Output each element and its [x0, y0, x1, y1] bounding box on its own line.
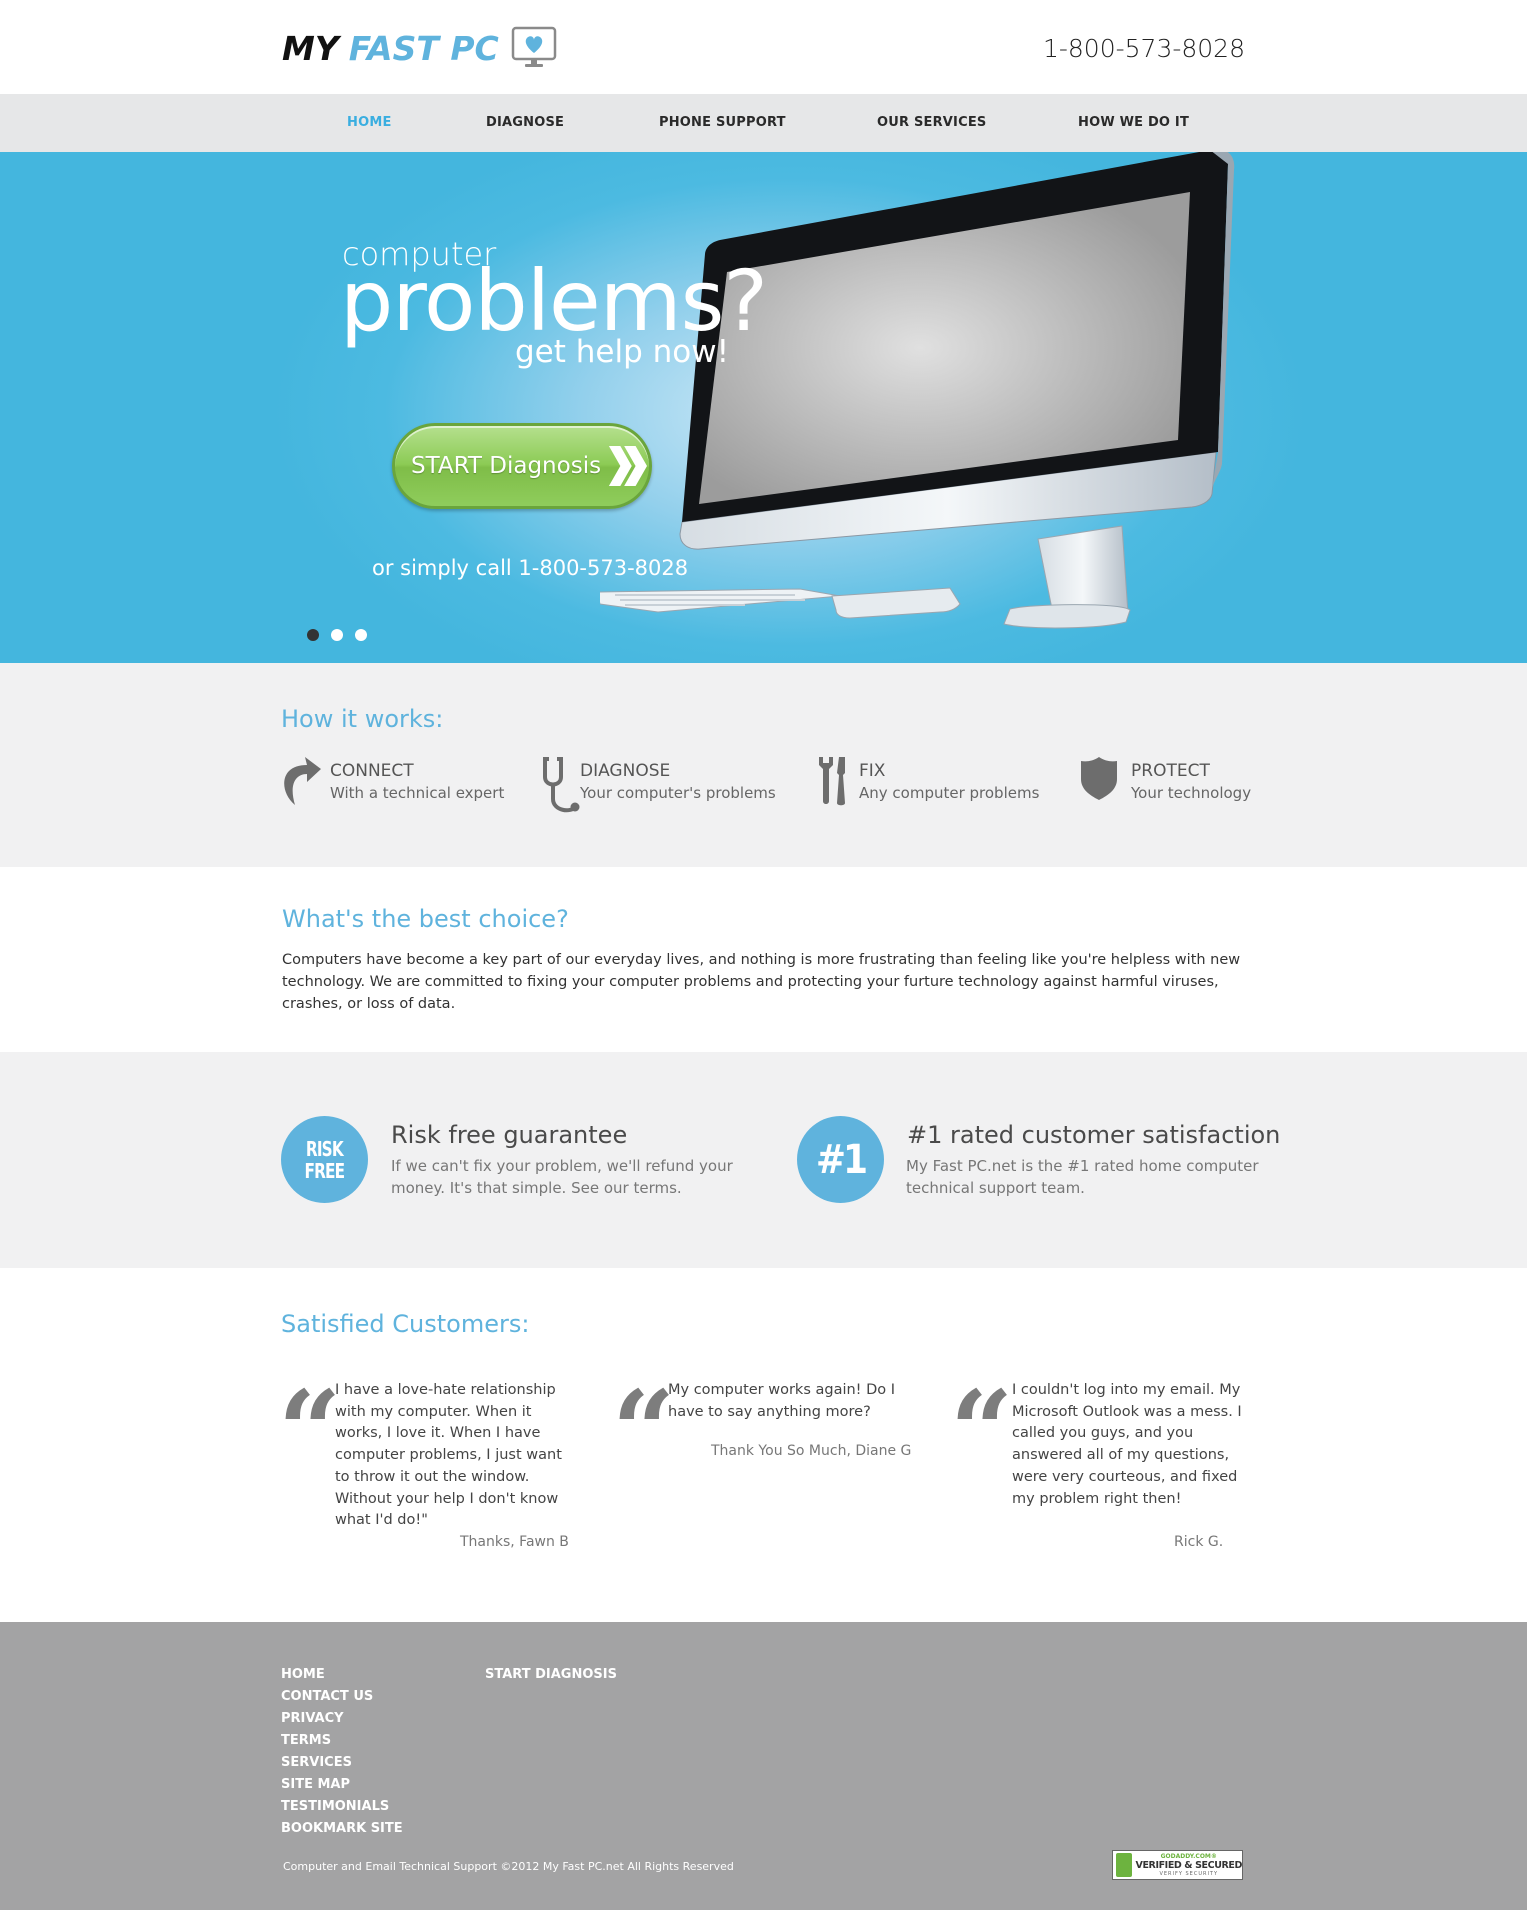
shield-icon — [1081, 757, 1117, 800]
imac-computer-image — [600, 152, 1235, 629]
how-it-works-title: How it works: — [281, 705, 444, 733]
footer-link-services[interactable]: SERVICES — [281, 1752, 403, 1774]
tools-icon — [819, 757, 845, 806]
best-choice-section: What's the best choice? Computers have b… — [0, 867, 1527, 1052]
footer-link-contact-us[interactable]: CONTACT US — [281, 1686, 403, 1708]
double-chevron-right-icon — [608, 445, 648, 487]
step-subtitle: With a technical expert — [330, 784, 505, 802]
header-phone-number[interactable]: 1-800-573-8028 — [1043, 34, 1245, 63]
testimonial-text: My computer works again! Do I have to sa… — [668, 1382, 896, 1420]
site-logo[interactable]: MY FAST PC — [282, 26, 557, 70]
nav-item-home[interactable]: HOME — [347, 115, 392, 130]
satisfaction-title: #1 rated customer satisfaction — [907, 1121, 1281, 1149]
godaddy-security-seal[interactable]: GODADDY.COM® VERIFIED & SECURED VERIFY S… — [1112, 1850, 1243, 1880]
quote-icon: “ — [278, 1366, 342, 1495]
step-title: PROTECT — [1131, 761, 1210, 781]
footer-links-col-1: HOME CONTACT US PRIVACY TERMS SERVICES S… — [281, 1664, 403, 1840]
step-subtitle: Your computer's problems — [580, 784, 776, 802]
step-title: DIAGNOSE — [580, 761, 671, 781]
testimonial-signature: Thanks, Fawn B — [460, 1534, 569, 1550]
site-header: MY FAST PC 1-800-573-8028 — [0, 0, 1527, 94]
satisfaction-text: My Fast PC.net is the #1 rated home comp… — [906, 1157, 1259, 1197]
step-subtitle: Any computer problems — [859, 784, 1040, 802]
footer-link-bookmark-site[interactable]: BOOKMARK SITE — [281, 1818, 403, 1840]
number-one-badge: #1 — [797, 1116, 884, 1203]
site-footer: HOME CONTACT US PRIVACY TERMS SERVICES S… — [0, 1622, 1527, 1910]
seal-bottom-text: VERIFY SECURITY — [1159, 1871, 1219, 1877]
nav-item-how-we-do-it[interactable]: HOW WE DO IT — [1078, 115, 1189, 130]
step-title: CONNECT — [330, 761, 414, 781]
slider-dot-1[interactable] — [307, 629, 319, 641]
copyright-text: Computer and Email Technical Support ©20… — [283, 1860, 734, 1873]
quote-icon: “ — [950, 1366, 1014, 1495]
footer-links-col-2: START DIAGNOSIS — [485, 1664, 617, 1686]
footer-link-testimonials[interactable]: TESTIMONIALS — [281, 1796, 403, 1818]
footer-link-terms[interactable]: TERMS — [281, 1730, 403, 1752]
slider-dot-2[interactable] — [331, 629, 343, 641]
badge-text: FREE — [304, 1158, 346, 1183]
seal-top-text: GODADDY.COM® — [1160, 1853, 1217, 1860]
nav-item-diagnose[interactable]: DIAGNOSE — [486, 115, 564, 130]
testimonial-text: I have a love-hate relationship with my … — [335, 1382, 562, 1529]
testimonials-title: Satisfied Customers: — [281, 1310, 530, 1338]
nav-item-phone-support[interactable]: PHONE SUPPORT — [659, 115, 786, 130]
risk-free-title: Risk free guarantee — [391, 1121, 628, 1149]
monitor-heart-icon — [511, 26, 556, 67]
hero-banner: computer problems? get help now! START D… — [0, 152, 1527, 663]
curved-arrow-icon — [284, 757, 321, 805]
quote-icon: “ — [612, 1366, 676, 1495]
step-title: FIX — [859, 761, 886, 781]
guarantees-section: RISK FREE Risk free guarantee If we can'… — [0, 1052, 1527, 1268]
lock-icon — [1116, 1853, 1132, 1877]
badge-text: RISK — [306, 1136, 344, 1161]
hero-subheadline: get help now! — [515, 334, 730, 370]
seal-main-text: VERIFIED & SECURED — [1135, 1860, 1243, 1871]
risk-free-badge: RISK FREE — [281, 1116, 368, 1203]
footer-link-site-map[interactable]: SITE MAP — [281, 1774, 403, 1796]
slider-pagination — [307, 629, 367, 641]
best-choice-title: What's the best choice? — [282, 905, 569, 933]
start-diagnosis-button[interactable]: START Diagnosis — [392, 423, 652, 509]
logo-text-my: MY — [282, 28, 339, 68]
footer-link-privacy[interactable]: PRIVACY — [281, 1708, 403, 1730]
step-subtitle: Your technology — [1131, 784, 1252, 802]
footer-link-home[interactable]: HOME — [281, 1664, 403, 1686]
best-choice-text: Computers have become a key part of our … — [282, 952, 1241, 1012]
badge-text: #1 — [815, 1136, 868, 1183]
slider-dot-3[interactable] — [355, 629, 367, 641]
main-nav: HOME DIAGNOSE PHONE SUPPORT OUR SERVICES… — [0, 94, 1527, 152]
testimonials-section: Satisfied Customers: “ I have a love-hat… — [0, 1268, 1527, 1622]
testimonial-signature: Rick G. — [1174, 1534, 1224, 1550]
footer-link-start-diagnosis[interactable]: START DIAGNOSIS — [485, 1664, 617, 1686]
start-diagnosis-label: START Diagnosis — [411, 453, 602, 479]
testimonial-text: I couldn't log into my email. My Microso… — [1012, 1382, 1242, 1507]
logo-text-fast-pc: FAST PC — [348, 28, 499, 68]
testimonial-signature: Thank You So Much, Diane G — [711, 1443, 912, 1459]
nav-item-our-services[interactable]: OUR SERVICES — [877, 115, 986, 130]
hero-call-text: or simply call 1-800-573-8028 — [372, 556, 689, 580]
risk-free-text: If we can't fix your problem, we'll refu… — [391, 1157, 733, 1197]
how-it-works-section: How it works: CONNECT With a technical e… — [0, 663, 1527, 867]
stethoscope-icon — [543, 757, 580, 813]
